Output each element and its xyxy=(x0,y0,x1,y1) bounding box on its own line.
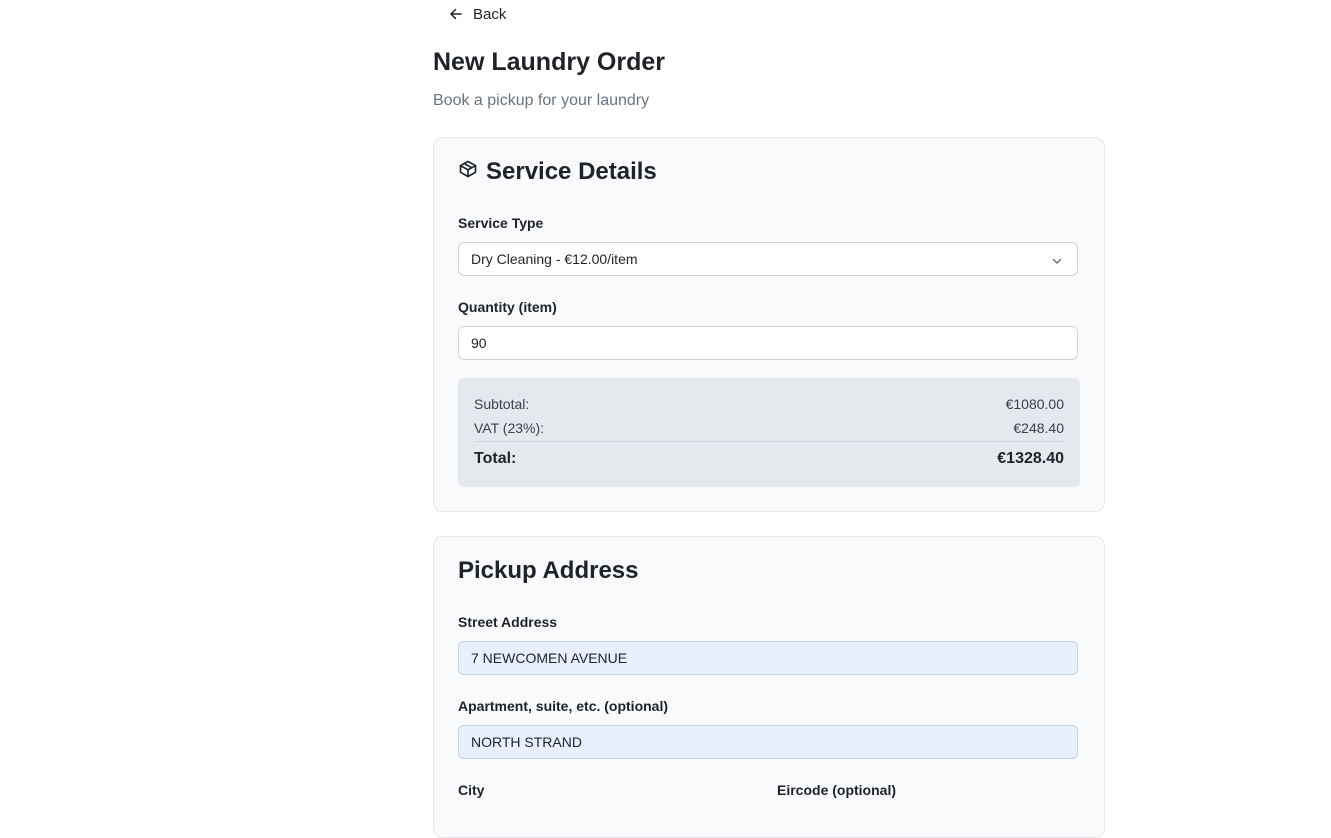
vat-label: VAT (23%): xyxy=(474,420,545,436)
quantity-input[interactable]: 90 xyxy=(458,326,1078,360)
service-details-heading: Service Details xyxy=(458,158,657,186)
street-address-input[interactable]: 7 NEWCOMEN AVENUE xyxy=(458,641,1078,675)
service-type-value: Dry Cleaning - €12.00/item xyxy=(471,251,638,267)
back-button[interactable]: Back xyxy=(449,4,506,24)
quantity-label: Quantity (item) xyxy=(458,299,557,315)
total-row: Total: €1328.40 xyxy=(474,450,1064,468)
subtotal-value: €1080.00 xyxy=(1005,396,1064,412)
total-label: Total: xyxy=(474,450,517,467)
apartment-label: Apartment, suite, etc. (optional) xyxy=(458,698,669,714)
apartment-input[interactable]: NORTH STRAND xyxy=(458,725,1078,759)
vat-row: VAT (23%): €248.40 xyxy=(474,420,1064,436)
subtotal-row: Subtotal: €1080.00 xyxy=(474,396,1064,412)
subtotal-label: Subtotal: xyxy=(474,396,530,412)
street-address-value: 7 NEWCOMEN AVENUE xyxy=(471,650,628,666)
page-subtitle: Book a pickup for your laundry xyxy=(433,92,650,109)
pickup-address-card: Pickup Address Street Address 7 NEWCOMEN… xyxy=(433,536,1105,838)
eircode-label: Eircode (optional) xyxy=(777,782,896,798)
quantity-value: 90 xyxy=(471,335,487,351)
service-details-card: Service Details Service Type Dry Cleanin… xyxy=(433,137,1105,512)
page-title: New Laundry Order xyxy=(433,48,665,76)
price-summary: Subtotal: €1080.00 VAT (23%): €248.40 To… xyxy=(458,378,1080,487)
total-value: €1328.40 xyxy=(997,450,1064,467)
street-address-label: Street Address xyxy=(458,614,558,630)
service-details-title: Service Details xyxy=(486,158,657,185)
pickup-address-title: Pickup Address xyxy=(458,557,639,584)
vat-value: €248.40 xyxy=(1013,420,1064,436)
chevron-down-icon xyxy=(1051,254,1063,270)
apartment-value: NORTH STRAND xyxy=(471,734,582,750)
city-label: City xyxy=(458,782,485,798)
pickup-address-heading: Pickup Address xyxy=(458,557,639,585)
package-icon xyxy=(458,158,478,186)
service-type-label: Service Type xyxy=(458,215,544,231)
arrow-left-icon xyxy=(449,7,463,21)
service-type-select[interactable]: Dry Cleaning - €12.00/item xyxy=(458,242,1078,276)
summary-divider xyxy=(474,441,1064,442)
back-label: Back xyxy=(473,5,507,23)
